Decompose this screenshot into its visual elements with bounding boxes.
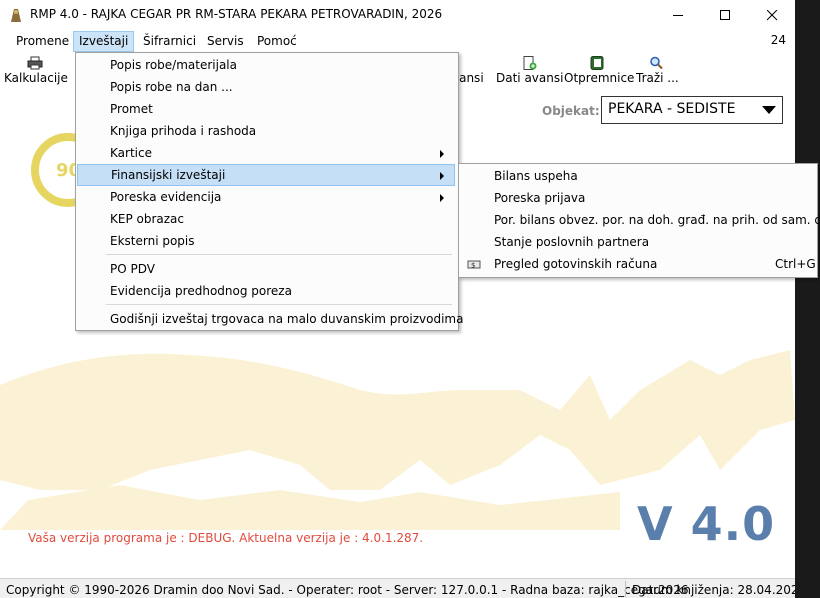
trazi-label: Traži ... xyxy=(636,71,679,85)
magnifier-icon xyxy=(650,56,663,70)
menu-bar: Promene Izveštaji Šifrarnici Servis Pomo… xyxy=(0,31,795,52)
debug-version-message: Vaša verzija programa je : DEBUG. Aktuel… xyxy=(28,531,424,545)
menu-item-poreska-evidencija[interactable]: Poreska evidencija xyxy=(78,187,454,207)
menu-item-evidencija-predhodnog-poreza[interactable]: Evidencija predhodnog poreza xyxy=(78,281,454,301)
status-copyright: Copyright © 1990-2026 Dramin doo Novi Sa… xyxy=(6,583,689,597)
notebook-icon xyxy=(590,56,604,70)
version-badge: V 4.0 xyxy=(637,497,776,551)
menu-item-promet[interactable]: Promet xyxy=(78,99,454,119)
close-icon xyxy=(766,9,777,20)
close-button[interactable] xyxy=(749,0,795,30)
menu-item-popis-robe-na-dan[interactable]: Popis robe na dan ... xyxy=(78,77,454,97)
otpremnice-button[interactable]: Otpremnice xyxy=(564,54,634,88)
menu-item-finansijski-izvestaji[interactable]: Finansijski izveštaji xyxy=(77,164,455,186)
kalkulacije-label: Kalkulacije xyxy=(4,71,68,85)
submenu-arrow-icon xyxy=(440,150,444,158)
menu-sifrarnici[interactable]: Šifrarnici xyxy=(138,32,201,51)
submenu-arrow-icon xyxy=(440,194,444,202)
chevron-down-icon xyxy=(762,106,776,114)
menu-item-godisnji-izvestaj-duvan[interactable]: Godišnji izveštaj trgovaca na malo duvan… xyxy=(78,309,463,329)
submenu-item-pregled-gotovinskih-racuna[interactable]: $ Pregled gotovinskih računa Ctrl+G xyxy=(461,253,816,275)
otpremnice-label: Otpremnice xyxy=(564,71,635,85)
objekat-label: Objekat: xyxy=(542,104,600,118)
window-title: RMP 4.0 - RAJKA CEGAR PR RM-STARA PEKARA… xyxy=(30,7,443,21)
objekat-selected-value: PEKARA - SEDISTE xyxy=(608,101,736,117)
submenu-arrow-icon xyxy=(440,172,444,180)
menu-promene[interactable]: Promene xyxy=(11,32,74,51)
printer-icon xyxy=(27,56,43,70)
izvestaji-dropdown: Popis robe/materijala Popis robe na dan … xyxy=(75,52,463,331)
menu-item-kep-obrazac[interactable]: KEP obrazac xyxy=(78,209,454,229)
menu-servis[interactable]: Servis xyxy=(202,32,249,51)
objekat-select[interactable]: PEKARA - SEDISTE xyxy=(601,96,783,124)
menu-izvestaji[interactable]: Izveštaji xyxy=(73,31,135,52)
submenu-item-poreska-prijava[interactable]: Poreska prijava xyxy=(461,187,813,209)
finansijski-submenu: Bilans uspeha Poreska prijava Por. bilan… xyxy=(458,163,820,278)
menu-item-kartice[interactable]: Kartice xyxy=(78,143,454,163)
menu-separator xyxy=(106,254,452,255)
submenu-item-stanje-partnera[interactable]: Stanje poslovnih partnera xyxy=(461,231,813,253)
menu-item-popis-robe-materijala[interactable]: Popis robe/materijala xyxy=(78,55,454,75)
maximize-button[interactable] xyxy=(702,0,748,30)
status-bar: Copyright © 1990-2026 Dramin doo Novi Sa… xyxy=(0,578,795,598)
app-logo-icon xyxy=(11,9,21,22)
menu-item-knjiga-prihoda[interactable]: Knjiga prihoda i rashoda xyxy=(78,121,454,141)
submenu-item-bilans-uspeha[interactable]: Bilans uspeha xyxy=(461,165,813,187)
status-posting-date: Datum knjiženja: 28.04.2026 xyxy=(632,583,795,597)
menu-item-eksterni-popis[interactable]: Eksterni popis xyxy=(78,231,454,251)
dati-avansi-label: Dati avansi xyxy=(496,71,564,85)
shortcut-ctrl-g: Ctrl+G xyxy=(775,257,816,271)
minimize-icon xyxy=(672,14,683,16)
minimize-button[interactable] xyxy=(655,0,701,30)
kalkulacije-button[interactable]: Kalkulacije xyxy=(4,54,68,88)
menu-right-number: 24 xyxy=(770,33,786,47)
cash-icon: $ xyxy=(467,260,481,270)
svg-text:$: $ xyxy=(471,262,475,270)
trazi-button[interactable]: Traži ... xyxy=(636,54,679,88)
submenu-item-por-bilans[interactable]: Por. bilans obvez. por. na doh. građ. na… xyxy=(461,209,820,231)
document-add-icon xyxy=(523,56,537,70)
maximize-icon xyxy=(719,9,730,20)
menu-pomoc[interactable]: Pomoć xyxy=(252,32,302,51)
title-bar: RMP 4.0 - RAJKA CEGAR PR RM-STARA PEKARA… xyxy=(0,0,795,30)
menu-separator xyxy=(106,304,452,305)
status-divider xyxy=(625,581,626,597)
menu-item-po-pdv[interactable]: PO PDV xyxy=(78,259,454,279)
dati-avansi-button[interactable]: Dati avansi xyxy=(496,54,564,88)
